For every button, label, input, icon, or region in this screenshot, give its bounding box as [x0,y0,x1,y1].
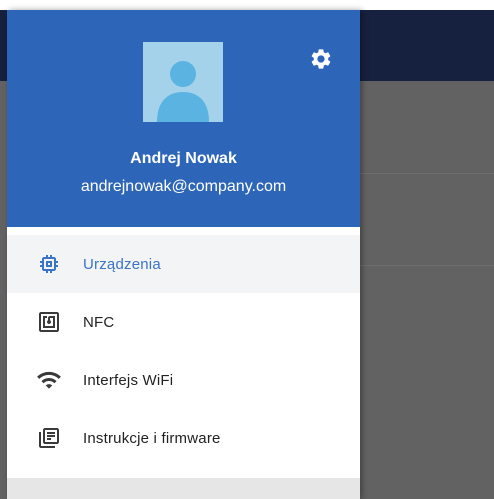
navigation-drawer: Andrej Nowak andrejnowak@company.com Urz… [7,10,360,499]
user-email: andrejnowak@company.com [80,178,287,195]
gear-icon [311,49,331,69]
menu-item-partial[interactable] [7,478,360,499]
drawer-header: Andrej Nowak andrejnowak@company.com [7,10,360,227]
app-list-divider [360,265,494,266]
menu-item-devices[interactable]: Urządzenia [7,235,360,293]
drawer-menu: Urządzenia NFC Interfejs WiFi Instrukcje… [7,227,360,467]
user-avatar-icon [157,61,209,122]
wifi-icon [36,367,62,393]
user-name: Andrej Nowak [130,150,237,167]
menu-item-label: NFC [83,313,115,331]
avatar [143,42,223,122]
menu-item-manuals-firmware[interactable]: Instrukcje i firmware [7,409,360,467]
screen: Andrej Nowak andrejnowak@company.com Urz… [0,0,494,499]
nfc-icon [36,309,62,335]
menu-item-wifi[interactable]: Interfejs WiFi [7,351,360,409]
settings-button[interactable] [308,46,334,72]
menu-item-nfc[interactable]: NFC [7,293,360,351]
app-list-divider [360,173,494,174]
chip-icon [36,251,62,277]
menu-item-label: Interfejs WiFi [83,371,174,389]
menu-item-label: Urządzenia [83,255,161,273]
menu-item-label: Instrukcje i firmware [83,429,221,447]
library-books-icon [36,425,62,451]
